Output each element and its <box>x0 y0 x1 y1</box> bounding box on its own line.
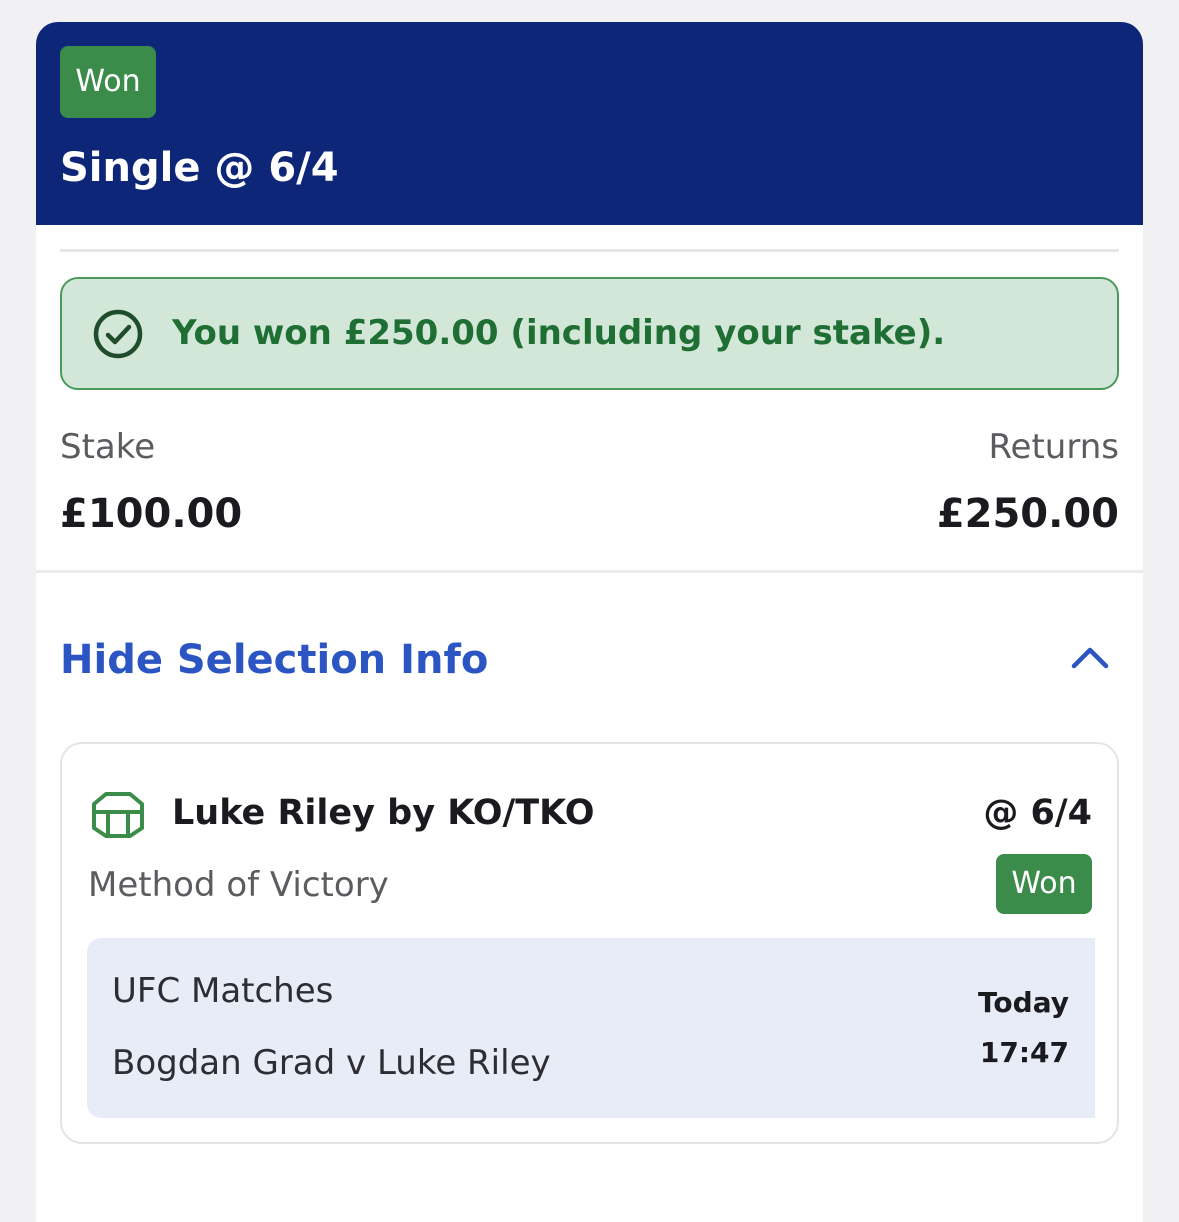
bet-card: Won Single @ 6/4 You won £250.00 (includ… <box>36 22 1143 1222</box>
selection-card: Luke Riley by KO/TKO @ 6/4 Method of Vic… <box>60 742 1119 1144</box>
check-circle-icon <box>93 309 143 359</box>
win-banner: You won £250.00 (including your stake). <box>60 277 1119 390</box>
competition-name: UFC Matches <box>112 971 334 1011</box>
bet-title: Single @ 6/4 <box>60 145 339 191</box>
hide-selection-info-toggle[interactable]: Hide Selection Info <box>36 622 1143 698</box>
event-info-panel: UFC Matches Bogdan Grad v Luke Riley Tod… <box>87 938 1095 1118</box>
selection-status-badge: Won <box>996 854 1092 914</box>
bet-status-badge: Won <box>60 46 156 118</box>
chevron-up-icon[interactable] <box>1070 642 1110 672</box>
event-day: Today <box>978 986 1069 1019</box>
event-time: 17:47 <box>979 1036 1069 1069</box>
stake-value: £100.00 <box>60 491 243 537</box>
stake-label: Stake <box>60 427 156 467</box>
bet-header: Won Single @ 6/4 <box>36 22 1143 225</box>
returns-value: £250.00 <box>936 491 1119 537</box>
selection-odds: @ 6/4 <box>983 793 1092 833</box>
divider <box>60 249 1119 252</box>
returns-label: Returns <box>988 427 1119 467</box>
event-name: Bogdan Grad v Luke Riley <box>112 1043 551 1083</box>
win-message: You won £250.00 (including your stake). <box>172 313 946 353</box>
market-name: Method of Victory <box>88 865 389 905</box>
selection-name: Luke Riley by KO/TKO <box>172 793 595 833</box>
toggle-label[interactable]: Hide Selection Info <box>60 630 488 690</box>
octagon-ring-icon <box>92 792 144 838</box>
section-divider <box>36 570 1143 573</box>
